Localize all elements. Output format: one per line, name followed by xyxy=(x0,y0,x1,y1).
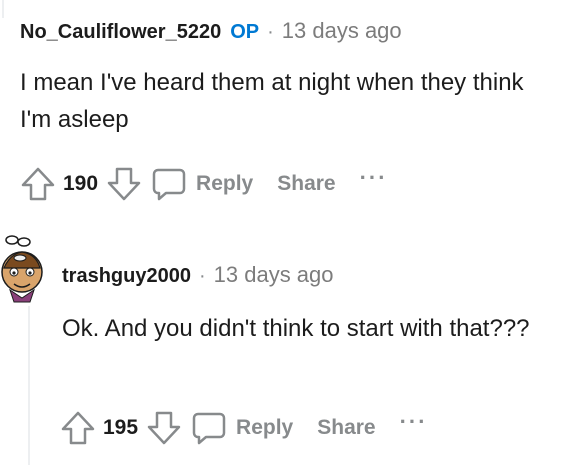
comment-meta: trashguy2000 · 13 days ago xyxy=(62,262,334,288)
comment-actions: 195 Reply Share ··· xyxy=(58,408,428,448)
reply-icon xyxy=(190,409,228,447)
timestamp[interactable]: 13 days ago xyxy=(282,18,402,44)
upvote-icon[interactable] xyxy=(18,164,58,204)
thread-line[interactable] xyxy=(28,306,30,465)
reply-label: Reply xyxy=(236,416,294,439)
reply-button[interactable]: Reply xyxy=(150,165,253,203)
reply-icon xyxy=(150,165,188,203)
comment-actions: 190 Reply Share ··· xyxy=(18,164,388,204)
author-name[interactable]: No_Cauliflower_5220 xyxy=(20,21,221,44)
comment-body: Ok. And you didn't think to start with t… xyxy=(62,315,530,342)
vote-score: 190 xyxy=(63,172,99,195)
op-badge: OP xyxy=(230,21,260,43)
more-options-button[interactable]: ··· xyxy=(400,409,428,435)
separator: · xyxy=(267,21,274,43)
share-button[interactable]: Share xyxy=(317,416,375,440)
thread-line[interactable] xyxy=(2,0,4,18)
upvote-icon[interactable] xyxy=(58,408,98,448)
reply-label: Reply xyxy=(196,172,254,195)
vote-score: 195 xyxy=(103,416,139,439)
separator: · xyxy=(198,265,206,287)
downvote-icon[interactable] xyxy=(144,408,184,448)
reply-button[interactable]: Reply xyxy=(190,409,293,447)
comment-body: I mean I've heard them at night when the… xyxy=(20,69,524,133)
avatar[interactable] xyxy=(0,228,44,308)
comment-meta: No_Cauliflower_5220 OP · 13 days ago xyxy=(20,18,402,44)
more-options-button[interactable]: ··· xyxy=(360,165,388,191)
share-button[interactable]: Share xyxy=(277,172,335,196)
author-name[interactable]: trashguy2000 xyxy=(62,265,191,288)
timestamp[interactable]: 13 days ago xyxy=(214,262,334,288)
downvote-icon[interactable] xyxy=(104,164,144,204)
